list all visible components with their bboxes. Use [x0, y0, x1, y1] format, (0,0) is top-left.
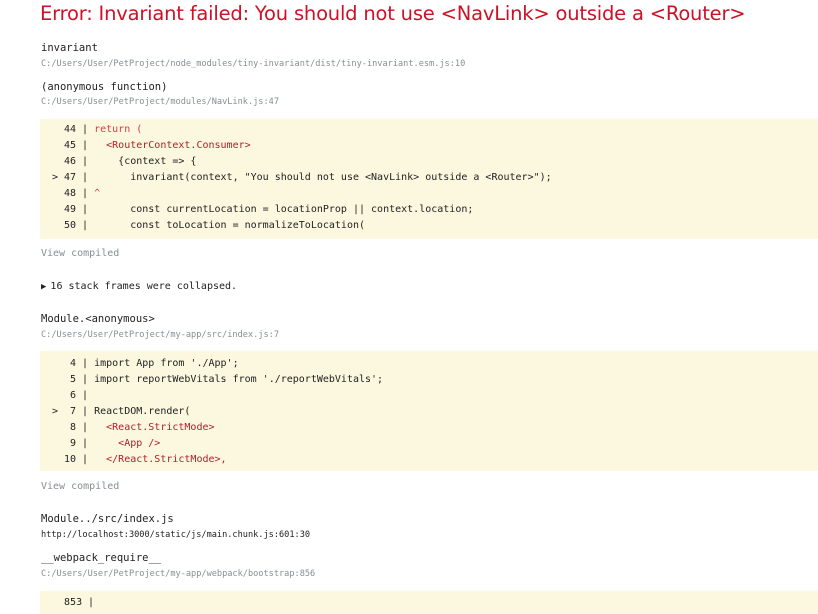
frame-function-name: (anonymous function) [41, 81, 168, 93]
frame-source-path: C:/Users/User/PetProject/node_modules/ti… [41, 59, 466, 69]
code-line: 50 | const toLocation = normalizeToLocat… [64, 220, 366, 231]
code-line: 46 | {context => { [64, 156, 197, 167]
frame-source-path: http://localhost:3000/static/js/main.chu… [41, 530, 311, 540]
code-snippet: 44 | return ( 45 | <RouterContext.Consum… [40, 119, 818, 239]
frame-function-name: Module../src/index.js [41, 513, 174, 525]
frame-source-path: C:/Users/User/PetProject/my-app/src/inde… [41, 330, 279, 340]
frame-function-name: Module.<anonymous> [41, 313, 155, 325]
code-snippet: 853 | [40, 591, 818, 614]
view-compiled-link[interactable]: View compiled [41, 248, 119, 259]
frame-function-name: invariant [41, 42, 98, 54]
code-line: 5 | import reportWebVitals from './repor… [70, 374, 384, 385]
code-line: 44 | return ( [64, 124, 143, 135]
frame-source-path: C:/Users/User/PetProject/my-app/webpack/… [41, 569, 316, 579]
code-line-highlighted: > 47 | invariant(context, "You should no… [51, 172, 552, 183]
code-line: 853 | [64, 597, 101, 608]
code-snippet: 4 | import App from './App'; 5 | import … [40, 351, 818, 471]
collapsed-frames-label: 16 stack frames were collapsed. [50, 281, 238, 292]
code-line: 4 | import App from './App'; [70, 358, 239, 369]
code-line: 45 | <RouterContext.Consumer> [64, 140, 251, 151]
code-line: 49 | const currentLocation = locationPro… [64, 204, 474, 215]
error-title: Error: Invariant failed: You should not … [40, 2, 746, 25]
frame-function-name: __webpack_require__ [41, 552, 162, 564]
collapsed-frames-toggle[interactable]: ▶ 16 stack frames were collapsed. [41, 281, 237, 292]
code-line-highlighted: > 7 | ReactDOM.render( [51, 406, 191, 417]
triangle-right-icon: ▶ [41, 282, 47, 292]
code-line: 9 | <App /> [70, 438, 161, 449]
code-line: 8 | <React.StrictMode> [70, 422, 215, 433]
code-line: 48 | ^ [64, 188, 101, 199]
code-line: 6 | [70, 390, 95, 401]
view-compiled-link[interactable]: View compiled [41, 481, 119, 492]
frame-source-path: C:/Users/User/PetProject/modules/NavLink… [41, 97, 279, 107]
code-line: 10 | </React.StrictMode>, [64, 454, 227, 465]
